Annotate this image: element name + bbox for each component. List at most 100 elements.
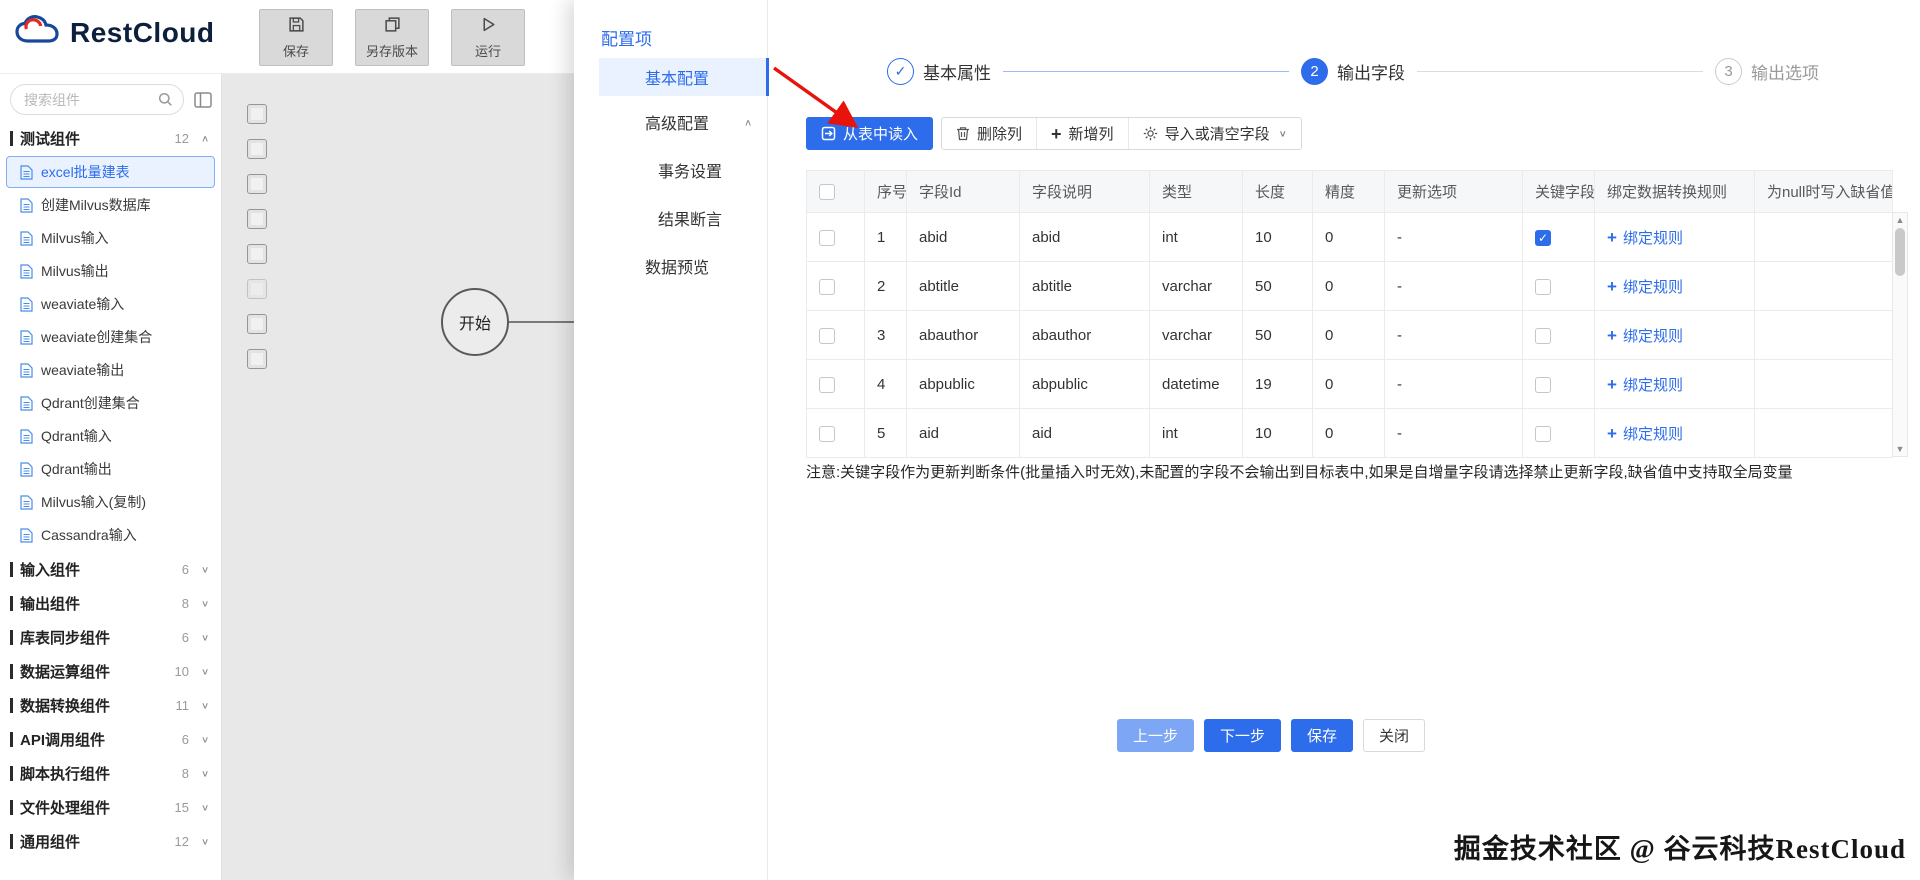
component-item[interactable]: weaviate输入 <box>6 288 215 320</box>
palette-icon[interactable] <box>247 104 267 124</box>
bind-rule-link[interactable]: + 绑定规则 <box>1607 374 1683 395</box>
chevron-up-icon[interactable]: ∧ <box>744 117 752 128</box>
config-menu-item[interactable]: 结果断言 <box>599 199 766 237</box>
read-from-table-button[interactable]: 从表中读入 <box>806 117 934 150</box>
scroll-down-icon[interactable]: ▼ <box>1896 442 1905 456</box>
palette-icon[interactable] <box>247 279 267 299</box>
palette-icon[interactable] <box>247 139 267 159</box>
component-item[interactable]: excel批量建表 <box>6 156 215 188</box>
chevron-down-icon[interactable]: ∨ <box>201 598 209 609</box>
default-value-cell[interactable] <box>1754 359 1893 409</box>
footer-button-2[interactable]: 下一步 <box>1204 719 1282 752</box>
config-menu-item[interactable]: 数据预览 <box>599 247 766 285</box>
palette-icon[interactable] <box>247 209 267 229</box>
chevron-down-icon[interactable]: ∨ <box>201 666 209 677</box>
component-item[interactable]: 创建Milvus数据库 <box>6 189 215 221</box>
footer-button-3[interactable]: 保存 <box>1291 719 1354 752</box>
default-value-cell[interactable] <box>1754 261 1893 311</box>
chevron-down-icon[interactable]: ∨ <box>201 564 209 575</box>
plus-icon: + <box>1051 123 1062 144</box>
palette-icon[interactable] <box>247 314 267 334</box>
footer-button-1[interactable]: 上一步 <box>1117 719 1195 752</box>
chevron-down-icon[interactable]: ∨ <box>201 700 209 711</box>
default-value-cell[interactable] <box>1754 212 1893 262</box>
cell-field_desc: aid <box>1019 408 1150 458</box>
scroll-up-icon[interactable]: ▲ <box>1896 213 1905 227</box>
row-checkbox[interactable] <box>819 376 835 393</box>
component-group[interactable]: 测试组件 12 ∧ <box>0 121 221 155</box>
key-field-cell <box>1522 310 1595 360</box>
config-menu-item-label: 高级配置 <box>645 116 710 133</box>
step-connector <box>1417 71 1703 72</box>
run-button[interactable]: 运行 <box>451 9 526 66</box>
search-input[interactable] <box>24 91 153 108</box>
key-field-checkbox[interactable] <box>1535 278 1551 295</box>
row-checkbox[interactable] <box>819 278 835 295</box>
component-group[interactable]: 输出组件 8 ∨ <box>0 586 221 620</box>
config-menu-item[interactable]: 高级配置 ∧ <box>599 103 766 141</box>
component-item[interactable]: Milvus输出 <box>6 255 215 287</box>
column-header: 类型 <box>1149 170 1243 213</box>
key-field-checkbox[interactable] <box>1535 376 1551 393</box>
default-value-cell[interactable] <box>1754 408 1893 458</box>
chevron-up-icon[interactable]: ∧ <box>201 133 209 144</box>
scrollbar-thumb[interactable] <box>1895 228 1905 276</box>
gear-column-button[interactable]: 导入或清空字段 ∨ <box>1128 118 1301 149</box>
component-item[interactable]: Qdrant输出 <box>6 453 215 485</box>
save-as-button[interactable]: 另存版本 <box>355 9 430 66</box>
chevron-down-icon[interactable]: ∨ <box>201 734 209 745</box>
bind-rule-link[interactable]: + 绑定规则 <box>1607 276 1683 297</box>
row-checkbox[interactable] <box>819 425 835 442</box>
component-group-label: 数据转换组件 <box>20 697 111 715</box>
component-group[interactable]: 库表同步组件 6 ∨ <box>0 620 221 654</box>
component-group-count: 12 <box>174 130 189 146</box>
component-item[interactable]: Milvus输入(复制) <box>6 486 215 518</box>
table-scrollbar[interactable]: ▲ ▼ <box>1892 212 1908 457</box>
component-item[interactable]: weaviate输出 <box>6 354 215 386</box>
chevron-down-icon[interactable]: ∨ <box>201 836 209 847</box>
chevron-down-icon[interactable]: ∨ <box>201 768 209 779</box>
component-group[interactable]: 数据转换组件 11 ∨ <box>0 688 221 722</box>
config-menu-item[interactable]: 基本配置 <box>599 58 769 96</box>
component-item[interactable]: Milvus输入 <box>6 222 215 254</box>
trash-column-button[interactable]: 删除列 <box>942 118 1038 149</box>
plus-column-button[interactable]: + 新增列 <box>1037 118 1129 149</box>
step-label: 输出选项 <box>1751 64 1819 83</box>
key-field-checkbox[interactable] <box>1535 327 1551 344</box>
bind-rule-link[interactable]: + 绑定规则 <box>1607 325 1683 346</box>
component-group[interactable]: 脚本执行组件 8 ∨ <box>0 756 221 790</box>
component-group[interactable]: 数据运算组件 10 ∨ <box>0 654 221 688</box>
chevron-down-icon[interactable]: ∨ <box>201 802 209 813</box>
palette-icon[interactable] <box>247 244 267 264</box>
bind-rule-link[interactable]: + 绑定规则 <box>1607 227 1683 248</box>
sidebar-collapse-icon[interactable] <box>193 90 213 110</box>
save-button[interactable]: 保存 <box>259 9 333 66</box>
palette-icon[interactable] <box>247 349 267 369</box>
component-group[interactable]: 输入组件 6 ∨ <box>0 552 221 586</box>
component-group[interactable]: 通用组件 12 ∨ <box>0 824 221 858</box>
search-icon[interactable] <box>158 92 173 112</box>
cell-precision: 0 <box>1312 261 1385 311</box>
config-menu-item-label: 事务设置 <box>658 164 723 181</box>
chevron-down-icon[interactable]: ∨ <box>201 632 209 643</box>
component-group[interactable]: 文件处理组件 15 ∨ <box>0 790 221 824</box>
component-item[interactable]: weaviate创建集合 <box>6 321 215 353</box>
flow-canvas[interactable]: 开始 <box>222 74 574 880</box>
key-field-checkbox[interactable] <box>1535 425 1551 442</box>
component-item-label: Cassandra输入 <box>41 527 137 543</box>
row-checkbox[interactable] <box>819 229 835 246</box>
palette-icon[interactable] <box>247 174 267 194</box>
component-group[interactable]: API调用组件 6 ∨ <box>0 722 221 756</box>
start-node[interactable]: 开始 <box>441 288 509 356</box>
component-item[interactable]: Qdrant创建集合 <box>6 387 215 419</box>
component-item[interactable]: Qdrant输入 <box>6 420 215 452</box>
row-checkbox[interactable] <box>819 327 835 344</box>
bind-rule-cell: + 绑定规则 <box>1594 310 1755 360</box>
bind-rule-link[interactable]: + 绑定规则 <box>1607 423 1683 444</box>
default-value-cell[interactable] <box>1754 310 1893 360</box>
key-field-checkbox[interactable]: ✓ <box>1535 229 1551 246</box>
select-all-checkbox[interactable] <box>819 184 835 201</box>
component-item[interactable]: Cassandra输入 <box>6 519 215 551</box>
footer-button-4[interactable]: 关闭 <box>1363 719 1426 752</box>
config-menu-item[interactable]: 事务设置 <box>599 151 766 189</box>
